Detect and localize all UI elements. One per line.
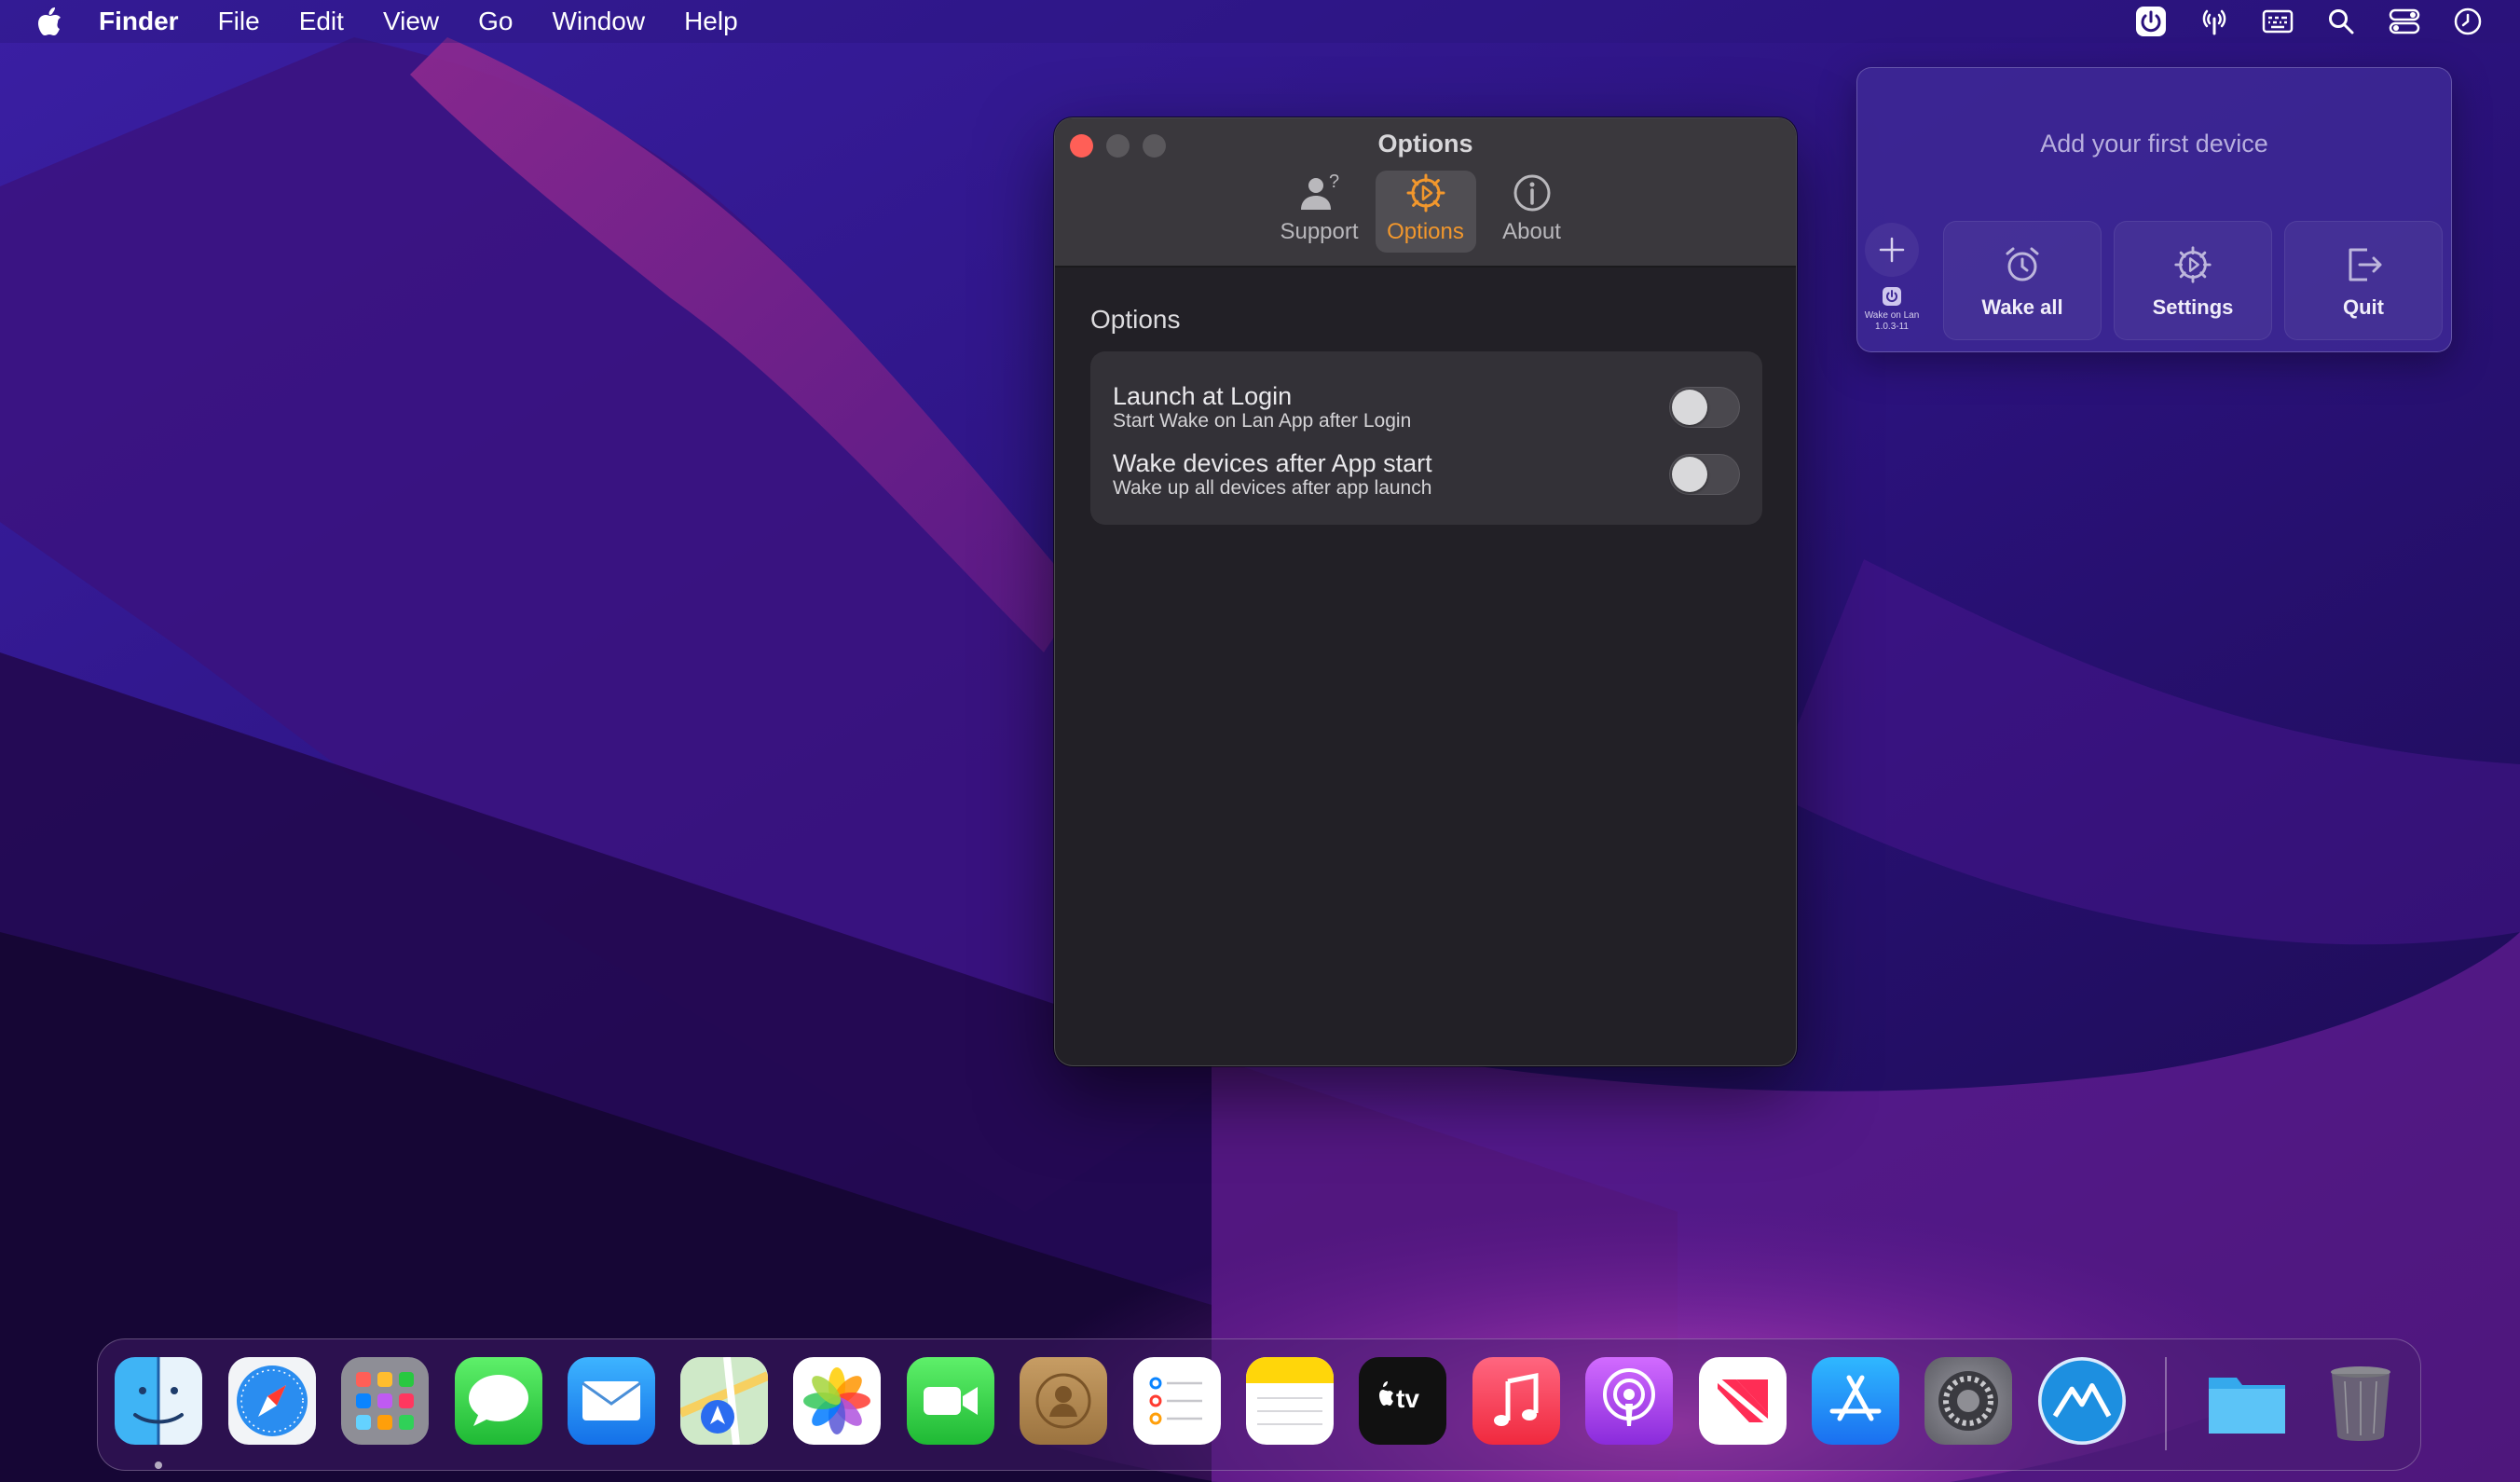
setting-description: Wake up all devices after app launch	[1113, 477, 1432, 499]
setting-description: Start Wake on Lan App after Login	[1113, 410, 1412, 432]
window-title: Options	[1377, 130, 1473, 158]
finder-running-indicator	[155, 1461, 162, 1469]
dock-separator	[2165, 1357, 2167, 1450]
dock-trash-icon[interactable]	[2317, 1357, 2404, 1445]
toggle-knob	[1672, 390, 1707, 425]
tab-support[interactable]: ? Support	[1269, 171, 1370, 253]
menu-go[interactable]: Go	[459, 0, 532, 43]
tab-support-label: Support	[1280, 219, 1359, 244]
wake-all-button[interactable]: Wake all	[1943, 221, 2102, 340]
dock-app-store-icon[interactable]	[1812, 1357, 1899, 1445]
menu-window[interactable]: Window	[532, 0, 664, 43]
setting-label: Wake devices after App start	[1113, 449, 1432, 477]
setting-launch-at-login: Launch at Login Start Wake on Lan App af…	[1113, 374, 1740, 441]
wake-on-lan-popover: Add your first device Wake on Lan 1.0.3-…	[1856, 67, 2452, 352]
launch-at-login-toggle[interactable]	[1669, 387, 1740, 428]
tab-options[interactable]: Options	[1375, 171, 1476, 253]
menu-bar: Finder File Edit View Go Window Help	[0, 0, 2520, 43]
search-icon[interactable]	[2309, 0, 2373, 43]
tab-about-label: About	[1502, 219, 1561, 244]
alarm-clock-icon	[2002, 241, 2043, 288]
dock-photos-icon[interactable]	[793, 1357, 881, 1445]
dock-wake-on-lan-icon[interactable]	[2038, 1357, 2126, 1445]
control-center-icon[interactable]	[2373, 0, 2436, 43]
wake-on-lan-power-icon[interactable]	[2119, 0, 2183, 43]
apple-menu-icon[interactable]	[0, 7, 99, 36]
dock-system-preferences-icon[interactable]	[1924, 1357, 2012, 1445]
antenna-icon[interactable]	[2183, 0, 2246, 43]
menu-app-name[interactable]: Finder	[99, 0, 199, 43]
setting-text: Launch at Login Start Wake on Lan App af…	[1113, 382, 1411, 432]
setting-wake-after-start: Wake devices after App start Wake up all…	[1113, 441, 1740, 508]
dock-safari-icon[interactable]	[228, 1357, 316, 1445]
status-area	[2119, 0, 2499, 43]
quit-label: Quit	[2343, 295, 2384, 319]
dock-notes-icon[interactable]	[1246, 1357, 1334, 1445]
dock-launchpad-icon[interactable]	[341, 1357, 429, 1445]
wake-after-start-toggle[interactable]	[1669, 454, 1740, 495]
dock-contacts-icon[interactable]	[1020, 1357, 1107, 1445]
setting-label: Launch at Login	[1113, 382, 1293, 410]
toggle-knob	[1672, 457, 1707, 492]
svg-text:?: ?	[1329, 172, 1339, 192]
settings-button[interactable]: Settings	[2114, 221, 2272, 340]
dock-finder-icon[interactable]	[115, 1357, 202, 1445]
settings-label: Settings	[2152, 295, 2234, 319]
toolbar-tabs: ? Support Options About	[1055, 171, 1796, 253]
dock-reminders-icon[interactable]	[1133, 1357, 1221, 1445]
plus-icon	[1879, 237, 1905, 263]
section-title: Options	[1090, 305, 1181, 334]
gear-icon	[1404, 171, 1447, 215]
menu-file[interactable]: File	[199, 0, 280, 43]
window-toolbar: Options ? Support Options About	[1055, 118, 1796, 268]
app-version-text: 1.0.3-11	[1875, 322, 1909, 332]
options-window: Options ? Support Options About Options …	[1054, 117, 1797, 1066]
options-content: Options Launch at Login Start Wake on La…	[1055, 268, 1796, 562]
exit-icon	[2343, 241, 2384, 288]
menu-help[interactable]: Help	[664, 0, 758, 43]
support-person-icon: ?	[1297, 171, 1342, 215]
keyboard-icon[interactable]	[2246, 0, 2309, 43]
app-logo-icon	[1883, 287, 1901, 306]
dock-facetime-icon[interactable]	[907, 1357, 994, 1445]
tab-about[interactable]: About	[1482, 171, 1582, 253]
add-device-button[interactable]	[1865, 223, 1919, 277]
dock-maps-icon[interactable]	[680, 1357, 768, 1445]
dock-tv-icon[interactable]: tv	[1359, 1357, 1446, 1445]
settings-group: Launch at Login Start Wake on Lan App af…	[1090, 351, 1762, 525]
tv-label: tv	[1396, 1384, 1419, 1413]
dock-messages-icon[interactable]	[455, 1357, 542, 1445]
quit-button[interactable]: Quit	[2284, 221, 2443, 340]
gear-icon	[2172, 241, 2213, 288]
info-icon	[1512, 171, 1553, 215]
app-info: Wake on Lan 1.0.3-11	[1855, 310, 1929, 333]
clock-icon[interactable]	[2436, 0, 2499, 43]
app-name-text: Wake on Lan	[1864, 310, 1920, 321]
dock-music-icon[interactable]	[1472, 1357, 1560, 1445]
setting-text: Wake devices after App start Wake up all…	[1113, 449, 1432, 500]
dock-podcasts-icon[interactable]	[1585, 1357, 1673, 1445]
dock-downloads-folder-icon[interactable]	[2203, 1357, 2291, 1445]
popover-sidebar: Wake on Lan 1.0.3-11	[1865, 223, 1919, 333]
empty-state-text: Add your first device	[2040, 130, 2268, 158]
menu-edit[interactable]: Edit	[280, 0, 363, 43]
wake-all-label: Wake all	[1981, 295, 2063, 319]
dock-news-icon[interactable]	[1699, 1357, 1787, 1445]
dock-mail-icon[interactable]	[568, 1357, 655, 1445]
tab-options-label: Options	[1387, 219, 1464, 244]
menu-view[interactable]: View	[363, 0, 459, 43]
